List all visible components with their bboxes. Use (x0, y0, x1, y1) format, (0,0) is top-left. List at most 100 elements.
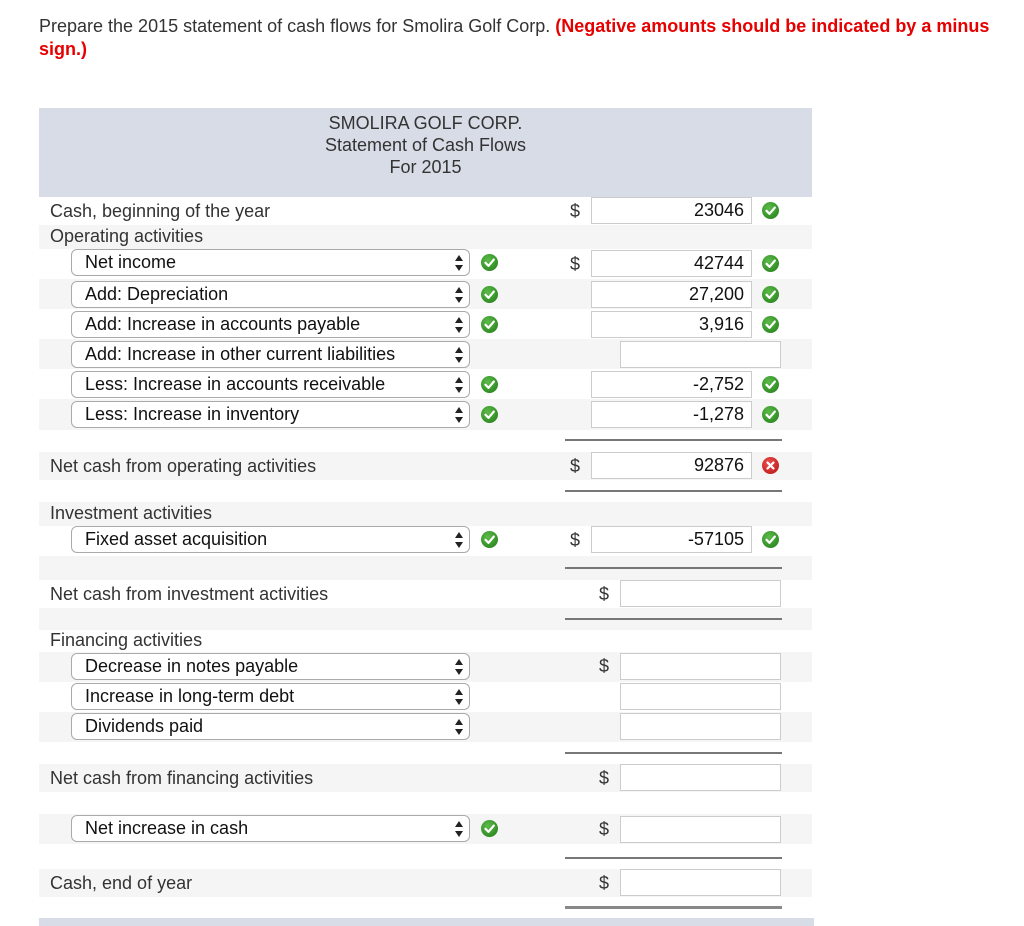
select-value: Fixed asset acquisition (85, 529, 268, 549)
statement-footer-bar (39, 918, 814, 926)
operating-item-select[interactable]: Add: Depreciation (71, 281, 470, 308)
cash-end-row: Cash, end of year $ (39, 869, 812, 897)
dollar-sign: $ (599, 819, 610, 839)
operating-item-input[interactable] (591, 250, 752, 277)
operating-item-input[interactable] (591, 281, 752, 308)
investment-heading: Investment activities (50, 503, 213, 523)
investment-item-row: Fixed asset acquisition $ (39, 526, 812, 556)
select-arrows-icon (455, 377, 463, 393)
dollar-sign: $ (599, 873, 610, 893)
select-value: Less: Increase in accounts receivable (85, 374, 386, 394)
dollar-sign: $ (570, 530, 581, 550)
operating-item-select[interactable]: Less: Increase in accounts receivable (71, 371, 470, 398)
operating-item-select[interactable]: Add: Increase in accounts payable (71, 311, 470, 338)
financing-item-input[interactable] (620, 713, 781, 740)
select-arrows-icon (455, 287, 463, 303)
correct-check-icon (481, 316, 498, 333)
operating-heading-row: Operating activities (39, 225, 812, 249)
correct-check-icon (481, 820, 498, 837)
financing-item-row: Increase in long-term debt (39, 682, 812, 712)
correct-check-icon (481, 376, 498, 393)
correct-check-icon (481, 406, 498, 423)
select-arrows-icon (455, 719, 463, 735)
select-arrows-icon (455, 407, 463, 423)
investment-item-input[interactable] (591, 526, 752, 553)
cash-beginning-row: Cash, beginning of the year $ (39, 197, 812, 225)
investment-heading-row: Investment activities (39, 502, 812, 526)
select-value: Net income (85, 252, 177, 272)
cash-beginning-input[interactable] (591, 197, 752, 224)
dollar-sign: $ (599, 768, 610, 788)
operating-item-row: Add: Increase in other current liabiliti… (39, 339, 812, 369)
statement-body: Cash, beginning of the year $ Operating … (39, 0, 814, 926)
operating-item-row: Add: Increase in accounts payable (39, 309, 812, 339)
financing-total-input[interactable] (620, 764, 781, 791)
financing-item-select[interactable]: Increase in long-term debt (71, 683, 470, 710)
financing-item-row: Dividends paid (39, 712, 812, 742)
select-value: Less: Increase in inventory (85, 404, 300, 424)
subtotal-rule (565, 752, 782, 754)
financing-item-input[interactable] (620, 683, 781, 710)
operating-item-input[interactable] (620, 341, 781, 368)
financing-total-label: Net cash from financing activities (50, 768, 314, 788)
select-arrows-icon (455, 532, 463, 548)
correct-check-icon (481, 531, 498, 548)
operating-item-input[interactable] (591, 311, 752, 338)
dollar-sign: $ (570, 456, 581, 476)
select-arrows-icon (455, 255, 463, 271)
dollar-sign: $ (570, 201, 581, 221)
operating-item-select[interactable]: Less: Increase in inventory (71, 401, 470, 428)
cash-beginning-label: Cash, beginning of the year (50, 201, 271, 221)
correct-check-icon (481, 254, 498, 271)
select-value: Add: Increase in accounts payable (85, 314, 361, 334)
operating-item-select[interactable]: Add: Increase in other current liabiliti… (71, 341, 470, 368)
operating-total-input[interactable] (591, 452, 752, 479)
incorrect-x-icon (762, 457, 779, 474)
select-arrows-icon (455, 689, 463, 705)
net-increase-select[interactable]: Net increase in cash (71, 815, 470, 842)
investment-total-row: Net cash from investment activities $ (39, 580, 812, 608)
subtotal-rule (565, 490, 782, 492)
operating-heading: Operating activities (50, 226, 204, 246)
operating-item-select[interactable]: Net income (71, 249, 470, 276)
select-value: Add: Increase in other current liabiliti… (85, 344, 396, 364)
investment-total-label: Net cash from investment activities (50, 584, 329, 604)
cash-end-input[interactable] (620, 869, 781, 896)
financing-item-select[interactable]: Dividends paid (71, 713, 470, 740)
subtotal-rule (565, 439, 782, 441)
correct-check-icon (481, 286, 498, 303)
subtotal-rule (565, 857, 782, 859)
financing-item-row: Decrease in notes payable $ (39, 652, 812, 682)
subtotal-rule (565, 567, 782, 569)
select-arrows-icon (455, 659, 463, 675)
net-increase-input[interactable] (620, 816, 781, 843)
correct-check-icon (762, 531, 779, 548)
subtotal-rule (565, 618, 782, 620)
select-arrows-icon (455, 821, 463, 837)
dollar-sign: $ (599, 656, 610, 676)
financing-heading-row: Financing activities (39, 630, 812, 652)
total-double-rule (565, 906, 782, 909)
select-value: Decrease in notes payable (85, 656, 299, 676)
financing-item-input[interactable] (620, 653, 781, 680)
investment-item-select[interactable]: Fixed asset acquisition (71, 526, 470, 553)
operating-total-label: Net cash from operating activities (50, 456, 317, 476)
correct-check-icon (762, 202, 779, 219)
correct-check-icon (762, 255, 779, 272)
financing-total-row: Net cash from financing activities $ (39, 764, 812, 792)
correct-check-icon (762, 286, 779, 303)
correct-check-icon (762, 376, 779, 393)
dollar-sign: $ (599, 584, 610, 604)
operating-item-input[interactable] (591, 371, 752, 398)
operating-item-input[interactable] (591, 401, 752, 428)
operating-item-row: Less: Increase in inventory (39, 399, 812, 430)
select-value: Add: Depreciation (85, 284, 229, 304)
select-arrows-icon (455, 347, 463, 363)
operating-item-row: Net income $ (39, 249, 812, 279)
correct-check-icon (762, 406, 779, 423)
investment-total-input[interactable] (620, 580, 781, 607)
operating-item-row: Less: Increase in accounts receivable (39, 369, 812, 399)
financing-item-select[interactable]: Decrease in notes payable (71, 653, 470, 680)
select-value: Dividends paid (85, 716, 204, 736)
select-arrows-icon (455, 317, 463, 333)
